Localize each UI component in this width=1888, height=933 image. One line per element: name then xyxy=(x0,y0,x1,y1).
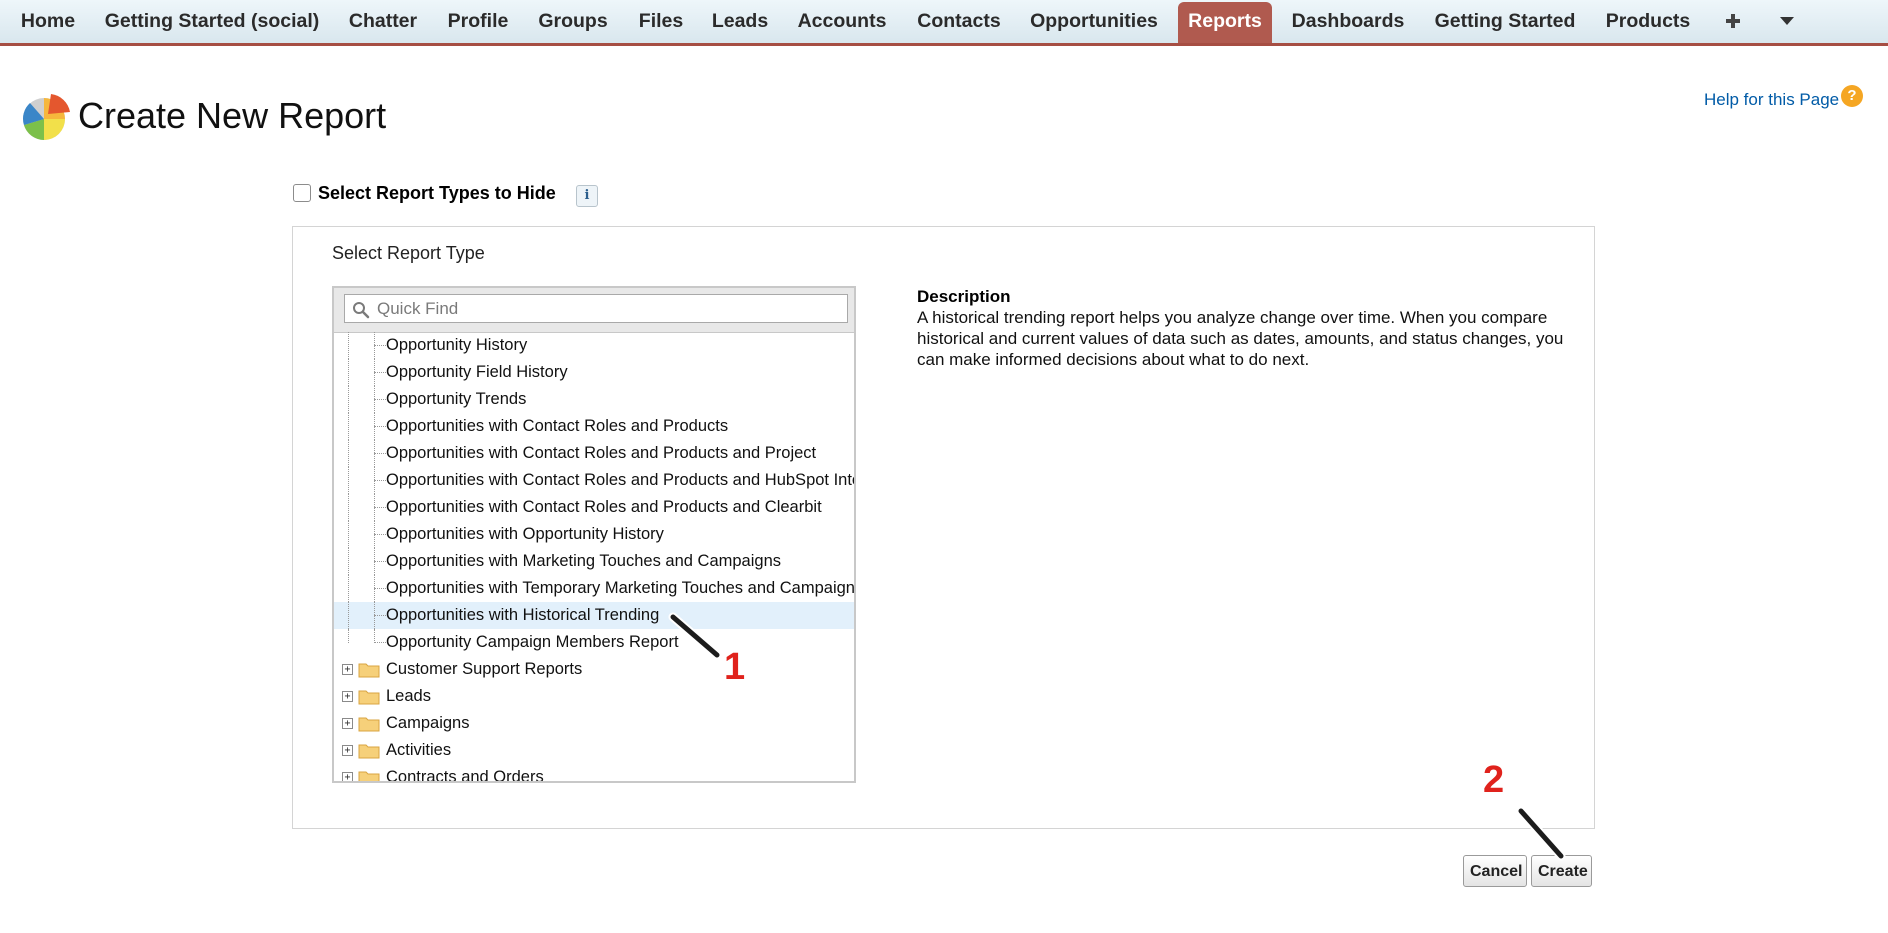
folder-leads[interactable]: + Leads xyxy=(334,683,854,710)
report-type-tree[interactable]: Opportunity History Opportunity Field Hi… xyxy=(332,286,856,783)
quick-find-input[interactable] xyxy=(344,294,848,323)
folder-icon xyxy=(358,717,380,732)
description-title: Description xyxy=(917,287,1011,306)
folder-label: Leads xyxy=(386,687,431,705)
report-type-item-selected[interactable]: Opportunities with Historical Trending xyxy=(334,602,854,629)
folder-icon xyxy=(358,744,380,759)
plus-icon[interactable] xyxy=(1718,0,1748,43)
folder-label: Customer Support Reports xyxy=(386,660,583,678)
reports-app-icon xyxy=(20,92,70,142)
report-type-label: Opportunities with Opportunity History xyxy=(386,525,664,543)
tab-products[interactable]: Products xyxy=(1598,0,1698,43)
page-title: Create New Report xyxy=(78,95,387,136)
folder-customer-support-reports[interactable]: + Customer Support Reports xyxy=(334,656,854,683)
annotation-step-2: 2 xyxy=(1483,759,1505,801)
help-link[interactable]: Help for this Page xyxy=(1704,90,1839,110)
search-icon xyxy=(353,302,370,319)
expand-icon[interactable]: + xyxy=(342,745,353,756)
folder-label: Contracts and Orders xyxy=(386,768,544,783)
tab-getting-started[interactable]: Getting Started xyxy=(1424,0,1586,43)
report-type-label: Opportunity Trends xyxy=(386,390,527,408)
folder-icon xyxy=(358,663,380,678)
folder-icon xyxy=(358,690,380,705)
tab-accounts[interactable]: Accounts xyxy=(786,0,898,43)
report-type-label: Opportunity History xyxy=(386,336,528,354)
report-type-item[interactable]: Opportunities with Contact Roles and Pro… xyxy=(334,413,854,440)
tab-profile[interactable]: Profile xyxy=(438,0,518,43)
folder-contracts-and-orders[interactable]: + Contracts and Orders xyxy=(334,764,854,783)
report-type-item[interactable]: Opportunities with Contact Roles and Pro… xyxy=(334,494,854,521)
tab-home[interactable]: Home xyxy=(12,0,84,43)
cancel-button[interactable]: Cancel xyxy=(1463,855,1527,887)
create-button[interactable]: Create xyxy=(1531,855,1592,887)
folder-activities[interactable]: + Activities xyxy=(334,737,854,764)
expand-icon[interactable]: + xyxy=(342,664,353,675)
tab-chatter[interactable]: Chatter xyxy=(340,0,426,43)
report-type-item[interactable]: Opportunities with Opportunity History xyxy=(334,521,854,548)
report-type-label: Opportunities with Contact Roles and Pro… xyxy=(386,498,822,516)
report-type-label: Opportunities with Contact Roles and Pro… xyxy=(386,417,729,435)
help-icon[interactable]: ? xyxy=(1841,85,1863,107)
report-type-label: Opportunity Field History xyxy=(386,363,568,381)
quick-find-bar xyxy=(334,288,854,333)
section-label: Select Report Type xyxy=(332,243,485,263)
tab-dashboards[interactable]: Dashboards xyxy=(1284,0,1412,43)
folder-label: Campaigns xyxy=(386,714,470,732)
tab-contacts[interactable]: Contacts xyxy=(910,0,1008,43)
tab-getting-started-social[interactable]: Getting Started (social) xyxy=(96,0,328,43)
info-icon[interactable]: i xyxy=(576,185,598,207)
report-type-item[interactable]: Opportunity Field History xyxy=(334,359,854,386)
report-type-label: Opportunities with Marketing Touches and… xyxy=(386,552,781,570)
report-type-label: Opportunity Campaign Members Report xyxy=(386,633,679,651)
tab-reports[interactable]: Reports xyxy=(1178,2,1272,43)
report-type-label: Opportunities with Temporary Marketing T… xyxy=(386,579,854,597)
folder-campaigns[interactable]: + Campaigns xyxy=(334,710,854,737)
hide-report-types-label[interactable]: Select Report Types to Hide xyxy=(318,183,556,204)
expand-icon[interactable]: + xyxy=(342,691,353,702)
expand-icon[interactable]: + xyxy=(342,718,353,729)
tab-leads[interactable]: Leads xyxy=(706,0,774,43)
report-type-item[interactable]: Opportunity Trends xyxy=(334,386,854,413)
report-type-label: Opportunities with Contact Roles and Pro… xyxy=(386,471,854,489)
report-type-item[interactable]: Opportunity History xyxy=(334,332,854,359)
report-type-item[interactable]: Opportunities with Contact Roles and Pro… xyxy=(334,440,854,467)
report-type-item[interactable]: Opportunities with Temporary Marketing T… xyxy=(334,575,854,602)
description-text: A historical trending report helps you a… xyxy=(917,308,1564,369)
report-type-label: Opportunities with Historical Trending xyxy=(386,606,660,624)
report-type-item[interactable]: Opportunities with Contact Roles and Pro… xyxy=(334,467,854,494)
expand-icon[interactable]: + xyxy=(342,772,353,781)
report-type-item[interactable]: Opportunities with Marketing Touches and… xyxy=(334,548,854,575)
report-type-item[interactable]: Opportunity Campaign Members Report xyxy=(334,629,854,656)
caret-down-icon[interactable] xyxy=(1772,0,1802,43)
tab-groups[interactable]: Groups xyxy=(530,0,616,43)
tab-opportunities[interactable]: Opportunities xyxy=(1020,0,1168,43)
annotation-step-1: 1 xyxy=(724,646,746,688)
report-type-label: Opportunities with Contact Roles and Pro… xyxy=(386,444,817,462)
tab-files[interactable]: Files xyxy=(628,0,694,43)
folder-icon xyxy=(358,771,380,781)
hide-report-types-checkbox[interactable] xyxy=(293,184,311,202)
tab-bar: Home Getting Started (social) Chatter Pr… xyxy=(0,0,1888,46)
folder-label: Activities xyxy=(386,741,452,759)
